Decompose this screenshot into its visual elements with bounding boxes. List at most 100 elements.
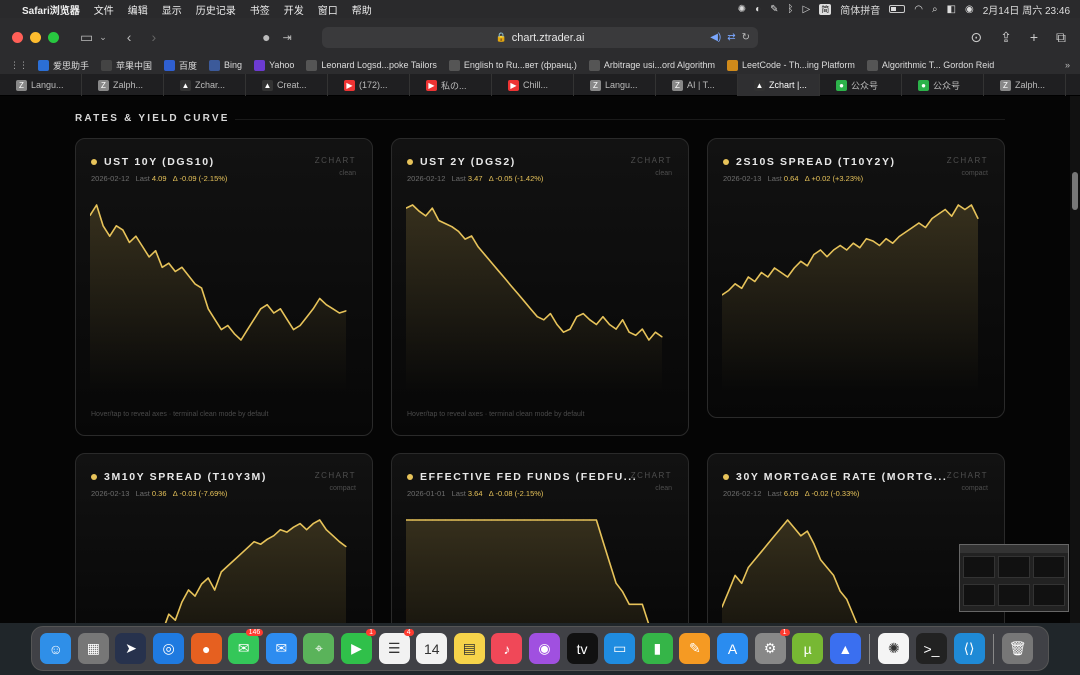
- input-method-badge[interactable]: 简: [819, 3, 832, 15]
- bookmark-item[interactable]: English to Ru...вет (франц.): [448, 59, 577, 71]
- browser-tab[interactable]: Z Langu...: [574, 74, 656, 96]
- input-method-label[interactable]: 简体拼音: [840, 2, 880, 17]
- menu-history[interactable]: 历史记录: [196, 2, 236, 17]
- reminders-icon[interactable]: ☰ 4: [378, 629, 414, 664]
- nordvpn-icon[interactable]: ▲: [829, 633, 861, 664]
- bookmark-item[interactable]: Leonard Logsd...poke Tailors: [306, 59, 437, 71]
- vscode-icon[interactable]: ⟨⟩: [953, 633, 985, 664]
- maps-icon[interactable]: ⌖: [303, 633, 335, 664]
- bookmark-item[interactable]: Bing: [209, 59, 242, 71]
- chart-card[interactable]: UST 2Y (DGS2) ZCHART clean 2026-02-12 Last …: [391, 138, 689, 436]
- vpn-status-icon[interactable]: ◐: [755, 4, 761, 15]
- chart-card[interactable]: EFFECTIVE FED FUNDS (FEDFU... ZCHART clean…: [391, 453, 689, 623]
- github-extension-icon[interactable]: ●: [262, 29, 270, 45]
- facetime-icon[interactable]: ▶ 1: [341, 629, 377, 664]
- browser-tab[interactable]: ● 公众号: [820, 74, 902, 96]
- browser-tab[interactable]: Z Zalph...: [82, 74, 164, 96]
- bookmark-item[interactable]: 百度: [164, 59, 197, 72]
- notes-icon[interactable]: ▤: [453, 633, 485, 664]
- safari-icon[interactable]: ◎: [153, 633, 185, 664]
- firefox-icon[interactable]: ●: [190, 633, 222, 664]
- browser-tab[interactable]: ● 公众号: [902, 74, 984, 96]
- trash-icon[interactable]: 🗑: [1002, 633, 1034, 664]
- menu-bookmarks[interactable]: 书签: [250, 2, 270, 17]
- browser-tab[interactable]: Z Zalph...: [984, 74, 1066, 96]
- bookmarks-overflow-icon[interactable]: »: [1065, 60, 1070, 70]
- menu-app-name[interactable]: Safari浏览器: [22, 2, 80, 17]
- play-status-icon[interactable]: ▷: [803, 4, 811, 15]
- downloads-icon[interactable]: ⊙: [970, 29, 982, 46]
- utorrent-icon[interactable]: µ: [792, 633, 824, 664]
- share-icon[interactable]: ⇪: [1000, 29, 1012, 46]
- bookmark-item[interactable]: 苹果中国: [101, 59, 152, 72]
- sidebar-toggle-icon[interactable]: ▭: [80, 29, 93, 46]
- chart-card[interactable]: 2S10S SPREAD (T10Y2Y) ZCHART compact 2026-0…: [707, 138, 1005, 418]
- app-store-icon[interactable]: A: [716, 633, 748, 664]
- chatgpt-status-icon[interactable]: ✺: [738, 4, 746, 15]
- browser-tab[interactable]: ▲ Zchar...: [164, 74, 246, 96]
- podcasts-icon[interactable]: ◉: [529, 633, 561, 664]
- line-chart[interactable]: [722, 197, 982, 392]
- speaker-icon[interactable]: ◀): [710, 32, 721, 43]
- browser-tab[interactable]: ▶ (172)...: [328, 74, 410, 96]
- chart-card[interactable]: 3M10Y SPREAD (T10Y3M) ZCHART compact 2026-0…: [75, 453, 373, 623]
- new-tab-icon[interactable]: +: [1030, 29, 1038, 46]
- launchpad-icon[interactable]: ▦: [77, 633, 109, 664]
- address-bar[interactable]: 🔒 chart.ztrader.ai ◀) ⇄ ↻: [322, 27, 758, 48]
- tv-icon[interactable]: tv: [566, 633, 598, 664]
- chatgpt-icon[interactable]: ✺: [878, 633, 910, 664]
- bookmark-item[interactable]: Arbitrage usi...ord Algorithm: [588, 59, 715, 71]
- forward-button[interactable]: ›: [151, 29, 156, 45]
- extension-arrow-icon[interactable]: ⇥: [283, 31, 292, 44]
- tab-overview-icon[interactable]: ⧉: [1056, 29, 1066, 46]
- pages-icon[interactable]: ✎: [679, 633, 711, 664]
- control-center-icon[interactable]: ◧: [947, 4, 956, 15]
- wifi-icon[interactable]: ◠: [914, 4, 923, 15]
- browser-tab[interactable]: Z AI | T...: [656, 74, 738, 96]
- messages-icon[interactable]: ✉ 146: [228, 629, 264, 664]
- browser-tab[interactable]: ▲ Creat...: [246, 74, 328, 96]
- screenshot-thumbnail[interactable]: [959, 544, 1069, 612]
- finder-icon[interactable]: ☺: [40, 633, 72, 664]
- menu-clock[interactable]: 2月14日 周六 23:46: [983, 2, 1070, 17]
- page-scrollbar[interactable]: [1070, 96, 1080, 623]
- scrollbar-thumb[interactable]: [1072, 172, 1078, 210]
- telegram-icon[interactable]: ➤: [115, 633, 147, 664]
- siri-icon[interactable]: ◉: [965, 4, 974, 15]
- bluetooth-icon[interactable]: ᛒ: [788, 4, 794, 15]
- zoom-window-button[interactable]: [48, 31, 59, 43]
- menu-window[interactable]: 窗口: [318, 2, 338, 17]
- menu-file[interactable]: 文件: [94, 2, 114, 17]
- menu-develop[interactable]: 开发: [284, 2, 304, 17]
- browser-tab[interactable]: ▶ 私の...: [410, 74, 492, 96]
- line-chart[interactable]: [90, 197, 350, 392]
- bookmark-item[interactable]: LeetCode - Th...ing Platform: [726, 59, 855, 71]
- bookmark-item[interactable]: Yahoo: [254, 59, 294, 71]
- close-window-button[interactable]: [12, 31, 23, 43]
- menu-edit[interactable]: 编辑: [128, 2, 148, 17]
- music-icon[interactable]: ♪: [491, 633, 523, 664]
- apps-grid-icon[interactable]: ⋮⋮: [10, 60, 28, 71]
- reload-icon[interactable]: ↻: [742, 32, 750, 43]
- bookmark-item[interactable]: Algorithmic T... Gordon Reid: [866, 59, 994, 71]
- keynote-icon[interactable]: ▭: [604, 633, 636, 664]
- calendar-icon[interactable]: 14: [416, 633, 448, 664]
- chart-card[interactable]: UST 10Y (DGS10) ZCHART clean 2026-02-12 Las…: [75, 138, 373, 436]
- numbers-icon[interactable]: ▮: [641, 633, 673, 664]
- terminal-icon[interactable]: >_: [915, 633, 947, 664]
- menu-help[interactable]: 帮助: [352, 2, 372, 17]
- line-chart[interactable]: [722, 512, 982, 623]
- browser-tab[interactable]: ▶ Chill...: [492, 74, 574, 96]
- browser-tab[interactable]: ▲ Zchart |...: [738, 74, 820, 96]
- mail-icon[interactable]: ✉: [265, 633, 297, 664]
- minimize-window-button[interactable]: [30, 31, 41, 43]
- battery-icon[interactable]: [889, 5, 906, 13]
- back-button[interactable]: ‹: [127, 29, 132, 45]
- chevron-down-icon[interactable]: ⌄: [99, 32, 107, 43]
- script-status-icon[interactable]: ✎: [770, 4, 778, 15]
- line-chart[interactable]: [90, 512, 350, 623]
- spotlight-search-icon[interactable]: ⌕: [932, 4, 938, 15]
- system-settings-icon[interactable]: ⚙ 1: [754, 629, 790, 664]
- translate-icon[interactable]: ⇄: [727, 32, 735, 43]
- menu-view[interactable]: 显示: [162, 2, 182, 17]
